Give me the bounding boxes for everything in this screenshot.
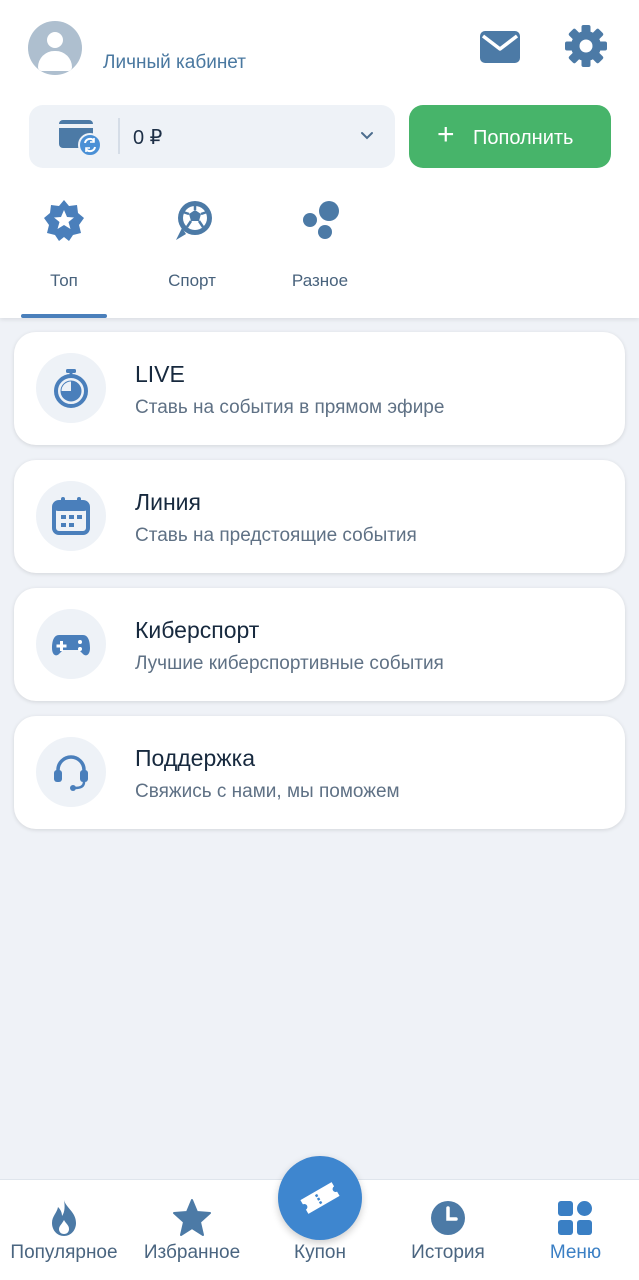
- tab-label: Разное: [291, 271, 349, 290]
- calendar-icon: [36, 481, 106, 551]
- card-title: LIVE: [135, 361, 185, 387]
- avatar-icon[interactable]: [28, 21, 82, 75]
- nav-label: Меню: [549, 1242, 602, 1263]
- nav-label: Популярное: [10, 1242, 118, 1263]
- topup-button[interactable]: + Пополнить: [409, 105, 611, 168]
- card-title: Линия: [135, 489, 201, 515]
- wallet-icon: [59, 118, 103, 157]
- nav-popular[interactable]: Популярное: [0, 1180, 128, 1280]
- balance-selector[interactable]: 0 ₽: [29, 105, 395, 168]
- card-support[interactable]: Поддержка Свяжись с нами, мы поможем: [14, 716, 625, 829]
- card-subtitle: Лучшие киберспортивные события: [135, 653, 444, 674]
- ticket-icon: [300, 1182, 340, 1214]
- nav-label: История: [411, 1242, 485, 1263]
- nav-label: Избранное: [143, 1242, 241, 1263]
- active-tab-indicator: [21, 314, 107, 318]
- tab-label: Спорт: [168, 271, 216, 290]
- card-title: Киберспорт: [135, 617, 260, 643]
- card-esports[interactable]: Киберспорт Лучшие киберспортивные событи…: [14, 588, 625, 701]
- card-line[interactable]: Линия Ставь на предстоящие события: [14, 460, 625, 573]
- tab-misc[interactable]: Разное: [270, 196, 370, 318]
- flame-icon: [44, 1198, 84, 1238]
- tab-sport[interactable]: Спорт: [142, 196, 242, 318]
- soccer-ball-icon: [170, 198, 214, 242]
- nav-menu[interactable]: Меню: [512, 1180, 639, 1280]
- card-title: Поддержка: [135, 745, 255, 771]
- tab-top[interactable]: Топ: [14, 196, 114, 318]
- gear-icon[interactable]: [564, 24, 608, 68]
- stopwatch-icon: [36, 353, 106, 423]
- chevron-down-icon[interactable]: [359, 127, 375, 143]
- plus-icon: +: [437, 118, 455, 151]
- account-link[interactable]: Личный кабинет: [103, 52, 246, 74]
- card-subtitle: Ставь на события в прямом эфире: [135, 397, 445, 418]
- nav-label: Купон: [294, 1242, 346, 1263]
- gamepad-icon: [36, 609, 106, 679]
- star-icon: [172, 1198, 212, 1238]
- mail-icon[interactable]: [478, 28, 522, 66]
- divider: [118, 118, 120, 154]
- headset-icon: [36, 737, 106, 807]
- card-subtitle: Свяжись с нами, мы поможем: [135, 781, 400, 802]
- topup-label: Пополнить: [473, 127, 574, 149]
- nav-history[interactable]: История: [384, 1180, 512, 1280]
- card-subtitle: Ставь на предстоящие события: [135, 525, 417, 546]
- star-badge-icon: [42, 198, 86, 242]
- tab-label: Топ: [50, 271, 78, 290]
- clock-icon: [428, 1198, 468, 1238]
- header: Личный кабинет 0 ₽ + Пополнить Топ Спорт…: [0, 0, 639, 318]
- card-live[interactable]: LIVE Ставь на события в прямом эфире: [14, 332, 625, 445]
- nav-favorites[interactable]: Избранное: [128, 1180, 256, 1280]
- bubbles-icon: [298, 198, 342, 242]
- grid-icon: [555, 1198, 595, 1238]
- coupon-button[interactable]: [278, 1156, 362, 1240]
- balance-value: 0 ₽: [133, 127, 163, 149]
